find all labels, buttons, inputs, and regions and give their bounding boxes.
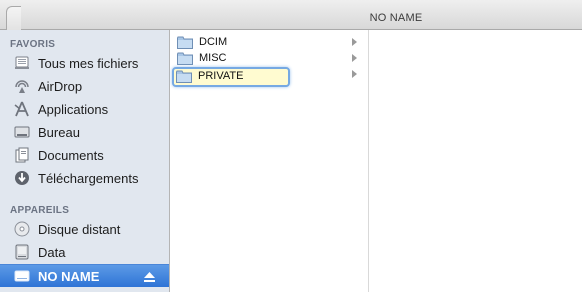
sidebar-item-label: Tous mes fichiers [38, 56, 139, 71]
applications-icon [14, 101, 30, 117]
favorites-header: FAVORIS [10, 39, 56, 50]
sidebar-item-data[interactable]: Data [0, 241, 169, 263]
drive-icon [14, 244, 30, 260]
window-titlebar: NO NAME [0, 0, 582, 31]
list-item-dcim[interactable]: DCIM [174, 35, 362, 52]
sidebar: FAVORIS Tous mes fichiers AirDrop Applic… [0, 30, 170, 292]
list-item-misc[interactable]: MISC [174, 51, 362, 68]
drive-icon [14, 268, 30, 284]
sidebar-item-remote-disc[interactable]: Disque distant [0, 218, 169, 240]
list-item-label: DCIM [199, 36, 228, 48]
downloads-icon [14, 170, 30, 186]
devices-header: APPAREILS [10, 205, 70, 216]
documents-icon [14, 147, 30, 163]
list-item-label: MISC [199, 52, 227, 64]
list-item-private[interactable]: PRIVATE [172, 67, 290, 87]
sidebar-item-label: NO NAME [38, 269, 100, 284]
sidebar-item-all-files[interactable]: Tous mes fichiers [0, 52, 169, 74]
desktop-icon [14, 124, 30, 140]
folder-icon [177, 36, 193, 49]
sidebar-item-airdrop[interactable]: AirDrop [0, 75, 169, 97]
sidebar-item-desktop[interactable]: Bureau [0, 121, 169, 143]
window-title: NO NAME [369, 12, 423, 24]
sidebar-item-no-name[interactable]: NO NAME [0, 264, 169, 287]
sidebar-item-label: Téléchargements [38, 171, 139, 186]
sidebar-item-label: AirDrop [38, 79, 83, 94]
sidebar-item-label: Applications [38, 102, 109, 117]
disclosure-arrow-icon [352, 54, 357, 62]
sidebar-item-documents[interactable]: Documents [0, 144, 169, 166]
all-files-icon [14, 55, 30, 71]
disclosure-arrow-icon [352, 70, 357, 78]
sidebar-item-applications[interactable]: Applications [0, 98, 169, 120]
list-item-label: PRIVATE [198, 70, 244, 82]
column-browser-2[interactable] [369, 30, 582, 292]
folder-icon [176, 70, 192, 83]
airdrop-icon [14, 78, 30, 94]
folder-icon [177, 52, 193, 65]
disclosure-arrow-icon [352, 38, 357, 46]
sidebar-item-label: Disque distant [38, 222, 121, 237]
sidebar-item-label: Documents [38, 148, 104, 163]
sidebar-item-label: Bureau [38, 125, 80, 140]
eject-icon[interactable] [144, 271, 155, 282]
sidebar-item-downloads[interactable]: Téléchargements [0, 167, 169, 189]
sidebar-item-label: Data [38, 245, 66, 260]
remote-disc-icon [14, 221, 30, 237]
